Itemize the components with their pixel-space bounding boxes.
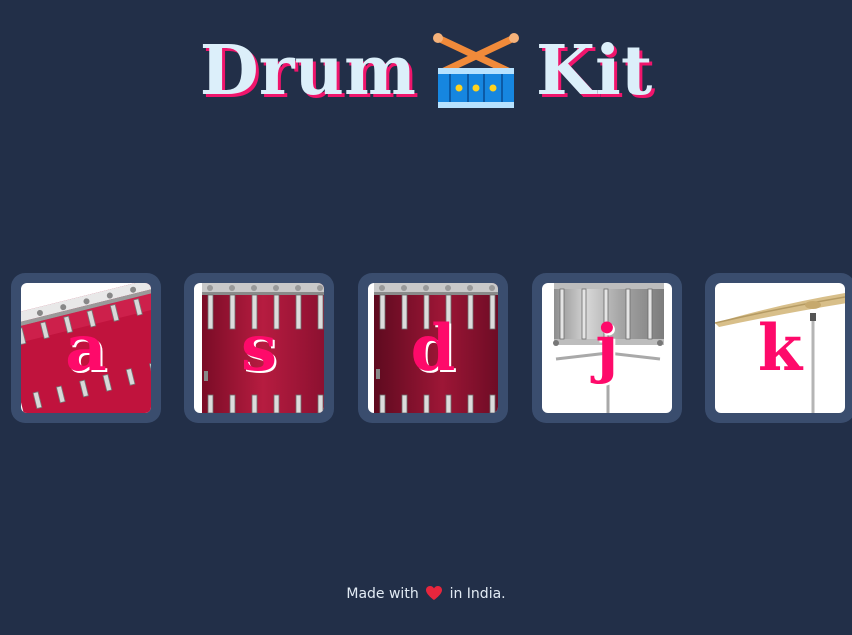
drum-emoji-icon — [430, 28, 522, 114]
footer-in-india: in India. — [449, 586, 506, 602]
key-letter-d: d — [410, 311, 456, 386]
drum-key-j-tile: j — [542, 283, 672, 413]
key-letter-a: a — [65, 311, 107, 386]
title-word-drum: Drum — [199, 30, 416, 111]
key-letter-j: j — [595, 311, 619, 386]
drum-key-j[interactable]: j — [532, 273, 682, 423]
drum-key-s-tile: s — [194, 283, 324, 413]
key-letter-k: k — [757, 311, 803, 386]
heart-icon — [425, 585, 443, 601]
footer-made-with: Made with — [346, 586, 419, 602]
key-letter-s: s — [240, 311, 278, 386]
title-word-kit: Kit — [535, 30, 653, 111]
footer: Made with in India. — [0, 584, 852, 604]
drum-key-d-tile: d — [368, 283, 498, 413]
drum-keys: a s d j k — [11, 273, 852, 423]
page-title: Drum Kit — [0, 22, 852, 114]
drum-key-s[interactable]: s — [184, 273, 334, 423]
drum-key-a[interactable]: a — [11, 273, 161, 423]
drum-key-d[interactable]: d — [358, 273, 508, 423]
drum-key-k-tile: k — [715, 283, 845, 413]
drum-key-a-tile: a — [21, 283, 151, 413]
drum-key-k[interactable]: k — [705, 273, 852, 423]
